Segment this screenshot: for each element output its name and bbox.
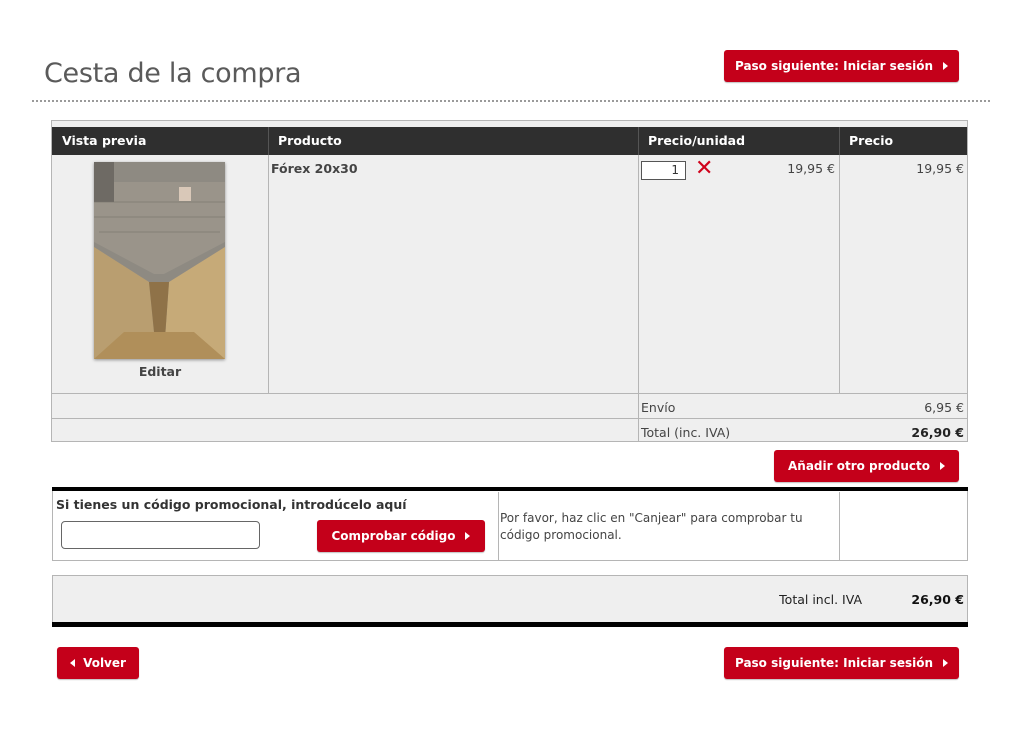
add-product-label: Añadir otro producto	[787, 459, 931, 473]
summary-total-label: Total incl. IVA	[779, 592, 862, 607]
next-step-label: Paso siguiente: Iniciar sesión	[734, 656, 934, 670]
divider	[268, 155, 269, 393]
divider	[839, 155, 840, 393]
product-name: Fórex 20x30	[271, 161, 358, 176]
back-button[interactable]: Volver	[57, 647, 139, 679]
back-label: Volver	[83, 656, 126, 670]
item-price: 19,95 €	[916, 161, 964, 176]
cart-header-row: Vista previa Producto Precio/unidad Prec…	[52, 127, 967, 155]
header-unit-price: Precio/unidad	[648, 133, 746, 148]
divider	[52, 393, 967, 394]
divider	[52, 418, 967, 419]
tower-photo-graphic	[94, 162, 225, 359]
divider	[498, 492, 499, 561]
x-mark-icon[interactable]: ✕	[695, 158, 713, 180]
triangle-right-icon	[943, 62, 949, 70]
promo-prompt: Si tienes un código promocional, introdú…	[56, 497, 407, 512]
header-price: Precio	[849, 133, 894, 148]
promo-info-text: Por favor, haz clic en "Canjear" para co…	[500, 511, 803, 542]
total-label: Total (inc. IVA)	[641, 425, 731, 440]
total-value: 26,90 €	[911, 425, 964, 440]
divider	[839, 127, 840, 155]
header-preview: Vista previa	[62, 133, 147, 148]
unit-price: 19,95 €	[787, 161, 835, 176]
add-product-button[interactable]: Añadir otro producto	[774, 450, 959, 482]
divider	[268, 127, 269, 155]
summary-bottom-bar	[52, 622, 968, 627]
header-product: Producto	[278, 133, 342, 148]
next-step-button-bottom[interactable]: Paso siguiente: Iniciar sesión	[724, 647, 959, 679]
summary-total-value: 26,90 €	[911, 592, 964, 607]
divider	[638, 155, 639, 442]
check-code-button[interactable]: Comprobar código	[317, 520, 485, 552]
page-title: Cesta de la compra	[44, 58, 302, 89]
check-code-label: Comprobar código	[331, 529, 456, 543]
triangle-right-icon	[465, 532, 471, 540]
divider	[638, 127, 639, 155]
shipping-label: Envío	[641, 400, 676, 415]
next-step-button-top[interactable]: Paso siguiente: Iniciar sesión	[724, 50, 959, 82]
divider	[839, 492, 840, 561]
triangle-left-icon	[70, 659, 76, 667]
triangle-right-icon	[943, 659, 949, 667]
promo-code-input[interactable]	[61, 521, 260, 549]
edit-link[interactable]: Editar	[52, 364, 268, 379]
shipping-value: 6,95 €	[924, 400, 964, 415]
product-preview-image[interactable]	[94, 162, 225, 359]
title-divider	[32, 100, 990, 102]
quantity-input[interactable]: 1	[641, 161, 686, 180]
next-step-label: Paso siguiente: Iniciar sesión	[734, 59, 934, 73]
triangle-right-icon	[940, 462, 946, 470]
